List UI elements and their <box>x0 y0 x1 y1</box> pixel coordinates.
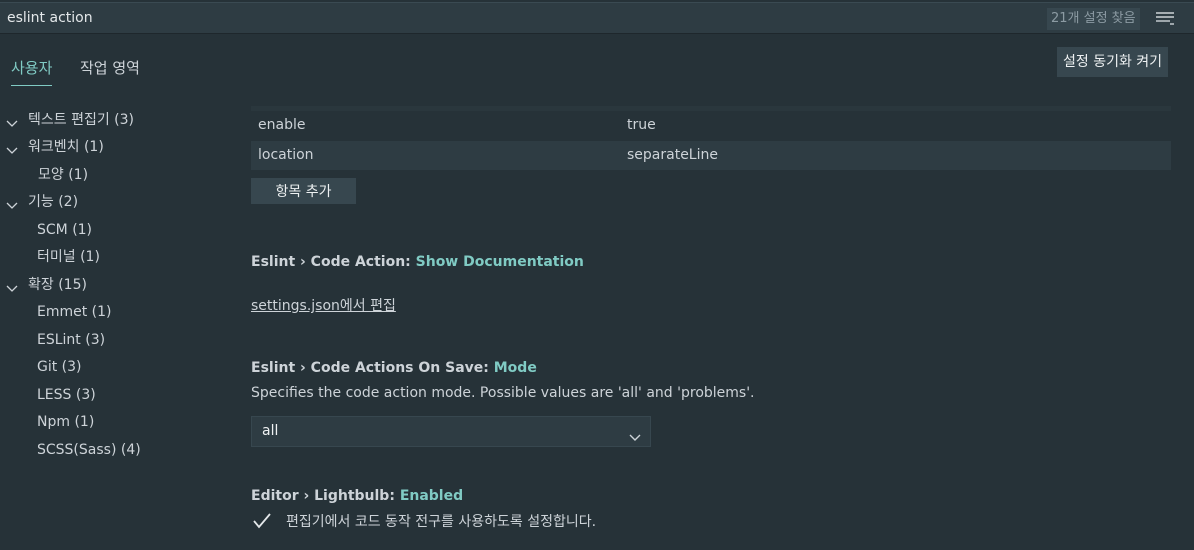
mode-select[interactable]: all <box>251 416 651 447</box>
result-count-badge: 21개 설정 찾음 <box>1047 8 1140 30</box>
toc-item-label: 모양 (1) <box>38 167 89 183</box>
table-row[interactable]: location separateLine <box>251 141 1171 170</box>
toc-item-label: 기능 (2) <box>28 194 79 210</box>
setting-title-lightbulb: Editor › Lightbulb: Enabled <box>251 488 463 504</box>
toc-item-label: SCSS(Sass) (4) <box>37 442 141 458</box>
add-item-button[interactable]: 항목 추가 <box>251 178 356 204</box>
toc-item-label: Npm (1) <box>37 414 95 430</box>
lightbulb-enabled-checkbox[interactable] <box>251 510 273 532</box>
toc-item-label: 텍스트 편집기 (3) <box>28 112 135 128</box>
setting-description: Specifies the code action mode. Possible… <box>251 385 755 401</box>
toc-item-label: 터미널 (1) <box>37 249 100 265</box>
table-row[interactable]: enable true <box>251 111 1171 140</box>
table-cell-value: true <box>627 117 656 133</box>
chevron-down-icon <box>6 141 18 154</box>
toc-item-label: LESS (3) <box>37 387 96 403</box>
settings-sync-button[interactable]: 설정 동기화 켜기 <box>1057 47 1169 77</box>
checkbox-label: 편집기에서 코드 동작 전구를 사용하도록 설정합니다. <box>286 514 597 530</box>
setting-category: Editor › Lightbulb: <box>251 488 400 504</box>
toc-item-label: Emmet (1) <box>37 304 112 320</box>
table-cell-key: enable <box>258 117 306 133</box>
tab-user[interactable]: 사용자 <box>11 57 53 86</box>
filter-list-icon[interactable] <box>1155 9 1175 27</box>
setting-name: Mode <box>493 360 537 376</box>
chevron-down-icon <box>628 426 642 441</box>
setting-category: Eslint › Code Action: <box>251 254 416 270</box>
chevron-down-icon <box>6 196 18 209</box>
search-bar: 21개 설정 찾음 <box>0 2 1194 34</box>
table-cell-key: location <box>258 147 314 163</box>
toc-item-label: ESLint (3) <box>37 332 106 348</box>
toc-item-label: SCM (1) <box>37 222 93 238</box>
setting-name: Enabled <box>399 488 464 504</box>
tab-workspace[interactable]: 작업 영역 <box>80 57 140 79</box>
select-value: all <box>262 423 279 439</box>
setting-title-show-documentation: Eslint › Code Action: Show Documentation <box>251 254 584 270</box>
chevron-down-icon <box>6 279 18 292</box>
search-input[interactable] <box>0 3 1040 33</box>
setting-name: Show Documentation <box>415 254 584 270</box>
toc-item-label: 확장 (15) <box>28 277 87 293</box>
toc-item-label: Git (3) <box>37 359 82 375</box>
setting-category: Eslint › Code Actions On Save: <box>251 360 494 376</box>
edit-in-settings-json-link[interactable]: settings.json에서 편집 <box>251 295 396 315</box>
table-cell-value: separateLine <box>627 147 718 163</box>
chevron-down-icon <box>6 114 18 127</box>
setting-title-mode: Eslint › Code Actions On Save: Mode <box>251 360 537 376</box>
toc-item-label: 워크벤치 (1) <box>28 139 104 155</box>
